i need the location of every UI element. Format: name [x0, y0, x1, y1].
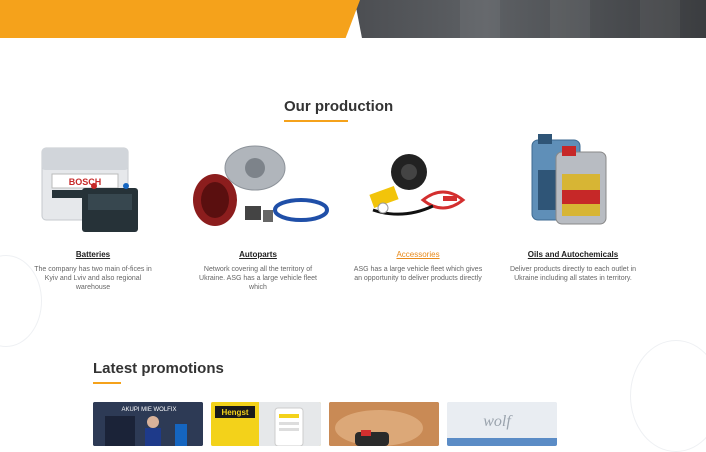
product-name-link[interactable]: Autoparts	[183, 250, 333, 259]
accessories-image	[343, 130, 493, 242]
banner-accent-shape	[0, 0, 360, 38]
hero-banner	[0, 0, 706, 38]
promotion-card[interactable]: wolf	[447, 402, 557, 446]
title-underline	[93, 382, 121, 384]
battery-image: BOSCH	[18, 130, 168, 242]
product-description: Deliver products directly to each outlet…	[509, 266, 637, 282]
product-description: The company has two main of-fices in Kyi…	[34, 266, 152, 291]
promotion-card[interactable]: AKUPI MIE WOLFIX	[93, 402, 203, 446]
product-batteries[interactable]: BOSCH Batteries The company has two main…	[18, 130, 168, 292]
promotion-card[interactable]	[329, 402, 439, 446]
product-oils-autochemicals[interactable]: Oils and Autochemicals Deliver products …	[498, 130, 648, 283]
product-description: Network covering all the territory of Uk…	[199, 266, 317, 291]
section-title-promotions: Latest promotions	[93, 360, 224, 384]
promotion-card-label: AKUPI MIE WOLFIX	[121, 407, 176, 413]
autoparts-image	[183, 130, 333, 242]
promotion-card[interactable]: Hengst	[211, 402, 321, 446]
promotion-card-label: Hengst	[221, 408, 248, 417]
product-accessories[interactable]: Accessories ASG has a large vehicle flee…	[343, 130, 493, 283]
banner-warehouse-image	[354, 0, 706, 38]
product-autoparts[interactable]: Autoparts Network covering all the terri…	[183, 130, 333, 292]
product-name-link[interactable]: Accessories	[343, 250, 493, 259]
product-name-link[interactable]: Oils and Autochemicals	[498, 250, 648, 259]
promotion-card-label: wolf	[483, 413, 513, 430]
product-description: ASG has a large vehicle fleet which give…	[353, 266, 483, 282]
oil-canister-image	[498, 130, 648, 242]
section-title-production: Our production	[284, 98, 393, 122]
product-name-link[interactable]: Batteries	[18, 250, 168, 259]
decorative-engine-sketch	[630, 340, 706, 452]
title-underline	[284, 120, 348, 122]
